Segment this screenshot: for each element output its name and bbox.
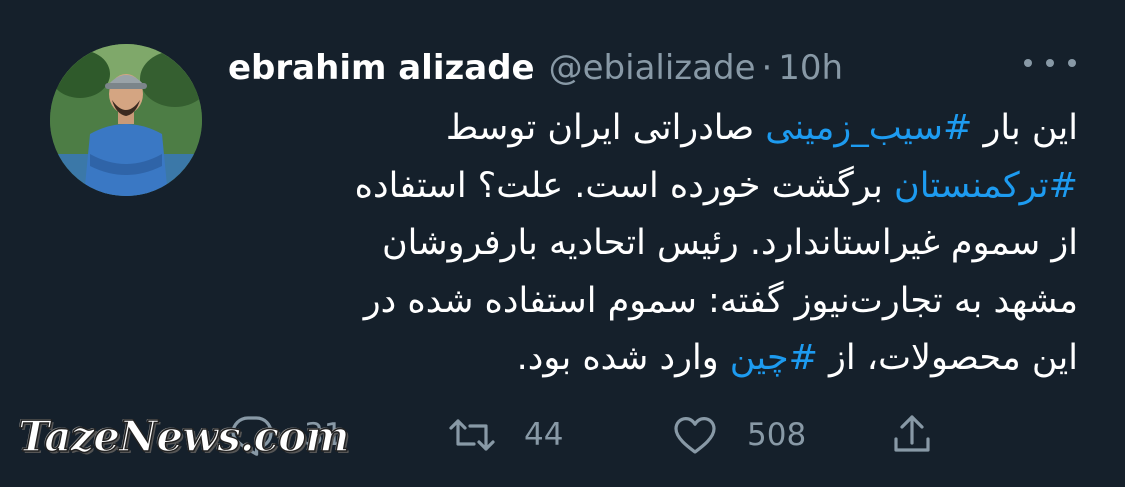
watermark: TazeNews.com — [17, 411, 350, 462]
retweet-icon — [449, 419, 495, 451]
tweet-card[interactable]: ebrahim alizade @ebializade · 10h این با… — [0, 0, 1125, 487]
tweet-line: این بار #سیب_زمینی صادراتی ایران توسط — [228, 100, 1078, 158]
retweet-button[interactable]: 44 — [448, 411, 563, 459]
hashtag-link[interactable]: #سیب_زمینی — [765, 108, 972, 148]
tweet-text: این بار #سیب_زمینی صادراتی ایران توسط #ت… — [228, 100, 1078, 388]
text-segment: مشهد به تجارت‌نیوز گفته: سموم استفاده شد… — [363, 280, 1078, 321]
tweet-line: از سموم غیراستاندارد. رئیس اتحادیه بارفر… — [228, 215, 1078, 273]
separator-dot: · — [761, 48, 773, 88]
retweet-count: 44 — [524, 417, 564, 453]
tweet-timestamp[interactable]: 10h — [778, 48, 843, 88]
share-icon — [894, 415, 930, 452]
more-dot — [1024, 59, 1032, 67]
avatar-image — [50, 44, 202, 196]
like-count: 508 — [747, 417, 807, 453]
tweet-actions: 31 44 508 — [228, 405, 1078, 465]
more-dot — [1046, 59, 1054, 67]
text-segment: صادراتی ایران توسط — [445, 108, 766, 148]
more-dot — [1068, 59, 1076, 67]
author-handle[interactable]: @ebializade — [549, 48, 756, 88]
text-segment: برگشت خورده است. علت؟ استفاده — [354, 165, 894, 206]
tweet-header: ebrahim alizade @ebializade · 10h — [228, 40, 843, 96]
more-icon[interactable] — [1024, 48, 1076, 78]
like-button[interactable]: 508 — [671, 411, 806, 459]
author-name[interactable]: ebrahim alizade — [228, 48, 535, 88]
text-segment: این محصولات، از — [817, 338, 1078, 378]
share-button[interactable] — [888, 411, 936, 459]
text-segment: این بار — [972, 108, 1078, 148]
avatar[interactable] — [50, 44, 202, 196]
tweet-line: مشهد به تجارت‌نیوز گفته: سموم استفاده شد… — [228, 273, 1078, 331]
heart-icon — [674, 417, 716, 454]
text-segment: وارد شده بود. — [516, 338, 730, 378]
text-segment: از سموم غیراستاندارد. رئیس اتحادیه بارفر… — [381, 223, 1078, 263]
hashtag-link[interactable]: #ترکمنستان — [894, 166, 1078, 206]
hashtag-link[interactable]: #چین — [730, 338, 818, 378]
tweet-line: این محصولات، از #چین وارد شده بود. — [228, 330, 1078, 388]
tweet-line: #ترکمنستان برگشت خورده است. علت؟ استفاده — [228, 158, 1078, 216]
